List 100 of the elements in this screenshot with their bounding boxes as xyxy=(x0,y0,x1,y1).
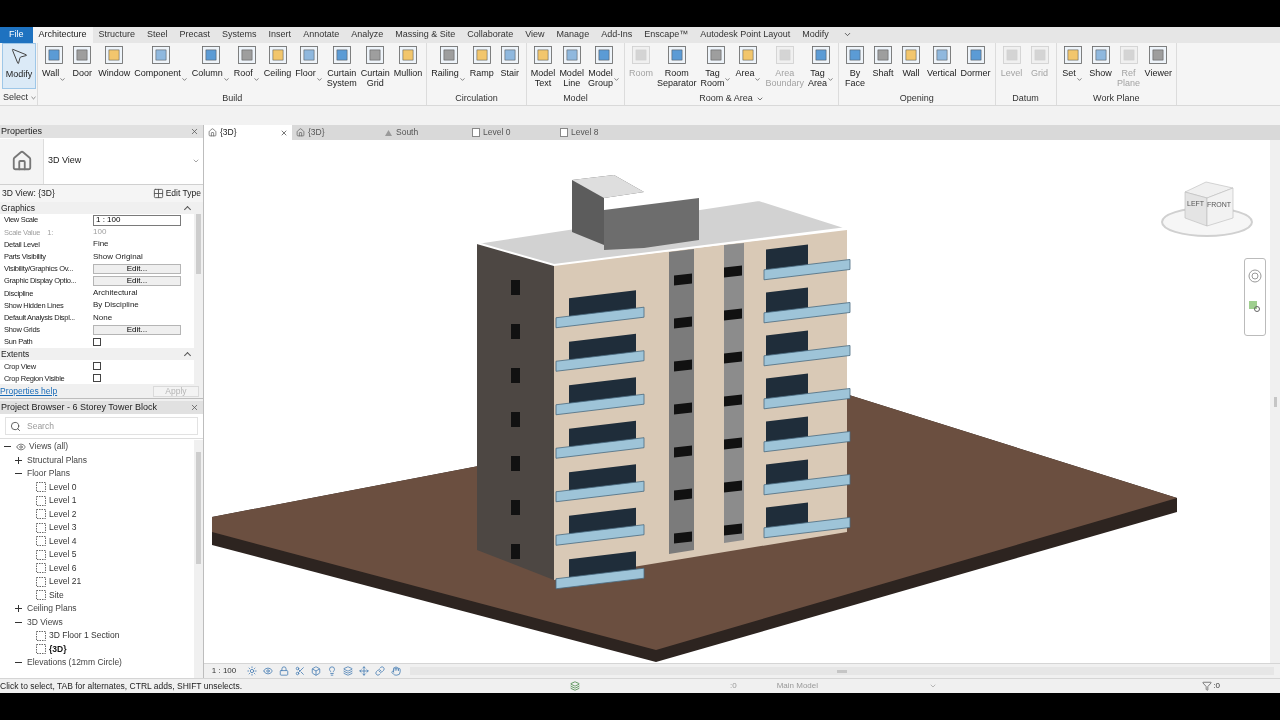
zoom-icon[interactable] xyxy=(1249,301,1261,313)
ribbon-tab[interactable]: Precast xyxy=(173,27,217,43)
tree-item[interactable]: Level 5 xyxy=(49,548,77,562)
ribbon-tab[interactable]: Structure xyxy=(92,27,142,43)
ribbon-tool[interactable]: Wall xyxy=(897,43,926,91)
tree-item[interactable]: Level 0 xyxy=(49,480,77,494)
ribbon-tool[interactable]: Column xyxy=(189,43,232,91)
scrollbar[interactable] xyxy=(410,667,1274,675)
close-icon[interactable] xyxy=(280,128,288,137)
document-tab[interactable]: {3D} xyxy=(204,125,292,140)
ribbon-tool[interactable]: Mullion xyxy=(391,43,425,91)
ribbon-tab[interactable]: Insert xyxy=(262,27,298,43)
ribbon-tool[interactable]: Stair xyxy=(495,43,524,91)
tree-item[interactable]: Views (all) xyxy=(29,440,69,454)
checkbox[interactable] xyxy=(93,362,101,371)
ribbon-tab[interactable]: Enscape™ xyxy=(638,27,695,43)
ribbon-tool[interactable]: Room Separator xyxy=(654,43,699,91)
ribbon-tool[interactable]: Floor xyxy=(293,43,325,91)
ribbon-tab[interactable]: Massing & Site xyxy=(389,27,462,43)
tree-item[interactable]: Level 1 xyxy=(49,494,77,508)
modify-tool[interactable]: Modify xyxy=(2,43,36,89)
ribbon-tool[interactable]: Model Line xyxy=(557,43,586,91)
ribbon-tool[interactable]: Area xyxy=(733,43,764,91)
ribbon-tab[interactable]: Analyze xyxy=(345,27,390,43)
ribbon-tool[interactable]: Tag Room xyxy=(698,43,734,91)
lightbulb-icon[interactable] xyxy=(327,666,337,676)
scissors-icon[interactable] xyxy=(295,666,305,676)
ribbon-tool[interactable]: Curtain System xyxy=(324,43,359,91)
ribbon-tool[interactable]: Tag Area xyxy=(806,43,837,91)
tree-item[interactable]: Level 21 xyxy=(49,575,82,589)
tree-item[interactable]: Structural Plans xyxy=(27,453,87,467)
ribbon-tool[interactable]: Dormer xyxy=(958,43,993,91)
ribbon-tab[interactable]: Add-Ins xyxy=(595,27,639,43)
edit-type-button[interactable]: Edit Type xyxy=(152,187,201,200)
scrollbar[interactable] xyxy=(194,440,203,678)
ribbon-tab[interactable]: Steel xyxy=(141,27,174,43)
tree-item[interactable]: 3D Floor 1 Section xyxy=(49,629,120,643)
ribbon-tab[interactable]: Autodesk Point Layout xyxy=(694,27,797,43)
ribbon-tool[interactable]: Model Group xyxy=(585,43,622,91)
move-icon[interactable] xyxy=(359,666,369,676)
ribbon-tool[interactable]: Viewer xyxy=(1142,43,1174,91)
hand-icon[interactable] xyxy=(391,666,401,676)
ribbon-tab[interactable]: Annotate xyxy=(297,27,346,43)
ribbon-tool[interactable]: Curtain Grid xyxy=(358,43,392,91)
ribbon-tool[interactable]: By Face xyxy=(841,43,870,91)
tree-item[interactable]: Level 3 xyxy=(49,521,77,535)
ribbon-tool[interactable]: Model Text xyxy=(528,43,558,91)
help-link[interactable]: Properties help xyxy=(0,384,58,398)
ribbon-tool[interactable]: Roof xyxy=(231,43,262,91)
ribbon-tab[interactable]: Manage xyxy=(550,27,596,43)
tree-item[interactable]: Level 6 xyxy=(49,561,77,575)
checkbox[interactable] xyxy=(93,374,101,383)
tree-item[interactable]: Level 2 xyxy=(49,507,77,521)
tree-item[interactable]: Elevations (12mm Circle) xyxy=(27,656,122,670)
search-box[interactable]: Search xyxy=(5,417,198,435)
layers-icon[interactable] xyxy=(343,666,353,676)
filter-icon[interactable] xyxy=(1202,681,1213,691)
ribbon-toggle-icon[interactable] xyxy=(842,30,852,39)
ribbon-tool[interactable]: Ceiling xyxy=(261,43,294,91)
expand-icon[interactable] xyxy=(15,456,22,464)
ribbon-tab[interactable]: Collaborate xyxy=(461,27,520,43)
ribbon-tool[interactable]: Window xyxy=(96,43,133,91)
close-icon[interactable] xyxy=(190,127,199,136)
ribbon-tool[interactable]: Set xyxy=(1058,43,1087,91)
tree-item[interactable]: Site xyxy=(49,588,64,602)
instance-selector[interactable]: 3D View: {3D} xyxy=(2,187,55,200)
lock-icon[interactable] xyxy=(279,666,289,676)
ribbon-tool[interactable]: Vertical xyxy=(925,43,959,91)
ribbon-tool[interactable]: Wall xyxy=(40,43,69,91)
ribbon-tool[interactable]: Component xyxy=(132,43,190,91)
ribbon-tab[interactable]: View xyxy=(519,27,551,43)
close-icon[interactable] xyxy=(190,403,199,412)
ribbon-tool[interactable]: Door xyxy=(68,43,97,91)
ribbon-tab[interactable]: Modify xyxy=(796,27,835,43)
eye-icon[interactable] xyxy=(263,666,273,676)
checkbox[interactable] xyxy=(93,337,101,346)
link-icon[interactable] xyxy=(375,666,385,676)
ribbon-tool[interactable]: Railing xyxy=(429,43,468,91)
ribbon-tab[interactable]: File xyxy=(0,27,33,43)
ribbon-tab[interactable]: Systems xyxy=(216,27,263,43)
panel-title[interactable]: Select xyxy=(0,91,37,105)
tree-item[interactable]: 3D Views xyxy=(27,615,63,629)
type-selector[interactable]: 3D View xyxy=(0,138,203,185)
tree-item[interactable]: Floor Plans xyxy=(27,467,70,481)
cube-icon[interactable] xyxy=(311,666,321,676)
panel-title[interactable]: Room & Area xyxy=(699,91,764,106)
scrollbar[interactable] xyxy=(194,202,203,384)
edit-button[interactable]: Edit... xyxy=(93,263,181,274)
ribbon-tool[interactable]: Ramp xyxy=(467,43,496,91)
sun-icon[interactable] xyxy=(247,666,257,676)
steering-wheel-icon[interactable] xyxy=(1248,269,1262,283)
tree-item[interactable]: Level 4 xyxy=(49,534,77,548)
value-field[interactable]: 1 : 100 xyxy=(93,214,181,226)
tree-item[interactable]: {3D} xyxy=(49,642,67,656)
expand-icon[interactable] xyxy=(15,605,22,613)
tree-item[interactable]: Ceiling Plans xyxy=(27,602,77,616)
edit-button[interactable]: Edit... xyxy=(93,324,181,335)
layers-icon[interactable] xyxy=(570,681,580,691)
ribbon-tool[interactable]: Show xyxy=(1086,43,1115,91)
ribbon-tab[interactable]: Architecture xyxy=(32,27,93,43)
